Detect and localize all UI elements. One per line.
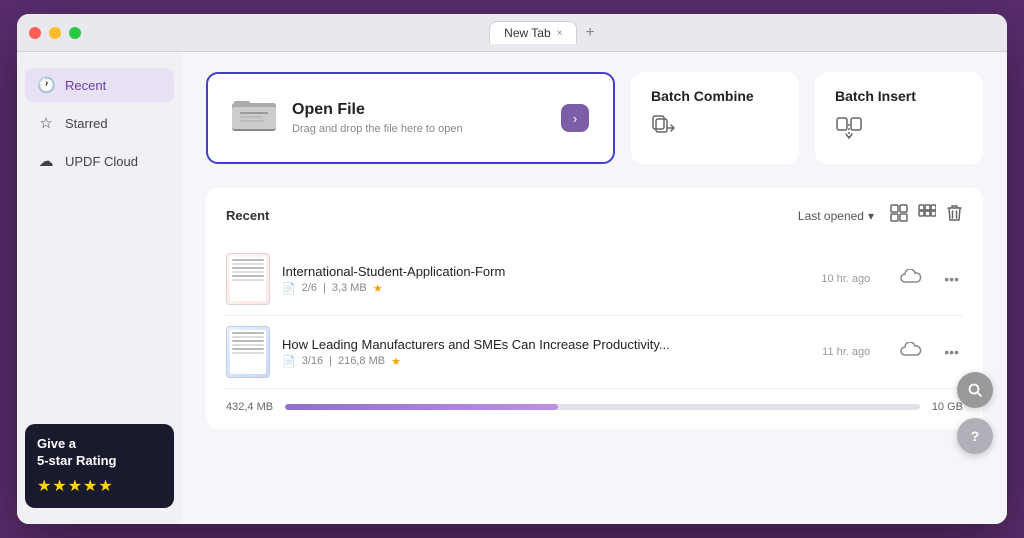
cloud-upload-icon[interactable] [894, 342, 928, 363]
grid-dense-button[interactable] [890, 204, 908, 227]
sidebar-item-cloud-label: UPDF Cloud [65, 154, 138, 169]
minimize-button[interactable] [49, 27, 61, 39]
file-time: 11 hr. ago [822, 346, 882, 358]
sort-label: Last opened [798, 209, 864, 223]
recent-section: Recent Last opened ▾ [206, 188, 983, 429]
open-file-arrow[interactable]: › [561, 104, 589, 132]
top-cards: Open File Drag and drop the file here to… [206, 72, 983, 164]
storage-used: 432,4 MB [226, 401, 273, 413]
sidebar-item-cloud[interactable]: ☁ UPDF Cloud [25, 144, 174, 178]
sidebar-item-starred[interactable]: ☆ Starred [25, 106, 174, 140]
trash-button[interactable] [946, 204, 963, 227]
view-controls [890, 204, 963, 227]
table-row[interactable]: How Leading Manufacturers and SMEs Can I… [226, 316, 963, 389]
grid-loose-button[interactable] [918, 204, 936, 227]
file-name: International-Student-Application-Form [282, 264, 809, 279]
storage-bar-area: 432,4 MB 10 GB [226, 389, 963, 413]
more-options-icon[interactable]: ••• [940, 344, 963, 360]
batch-combine-icon [651, 114, 779, 148]
batch-combine-card[interactable]: Batch Combine [631, 72, 799, 164]
clock-icon: 🕐 [37, 76, 55, 94]
open-file-text: Open File Drag and drop the file here to… [292, 101, 463, 135]
batch-insert-title: Batch Insert [835, 88, 963, 104]
file-thumbnail [226, 253, 270, 305]
sidebar-item-starred-label: Starred [65, 116, 108, 131]
recent-section-title: Recent [226, 208, 269, 223]
tab-new-tab[interactable]: New Tab × [489, 21, 577, 44]
sort-arrow-icon: ▾ [868, 209, 874, 223]
batch-insert-card[interactable]: Batch Insert [815, 72, 983, 164]
help-fab-button[interactable]: ? [957, 418, 993, 454]
page-icon: 📄 [282, 355, 296, 368]
page-icon: 📄 [282, 282, 296, 295]
batch-combine-title: Batch Combine [651, 88, 779, 104]
fab-area: ? [957, 372, 993, 454]
more-options-icon[interactable]: ••• [940, 271, 963, 287]
tab-title: New Tab [504, 26, 550, 40]
recent-header: Recent Last opened ▾ [226, 204, 963, 227]
open-file-card[interactable]: Open File Drag and drop the file here to… [206, 72, 615, 164]
storage-bar-track [285, 404, 920, 410]
file-meta: 📄 2/6 | 3,3 MB ★ [282, 282, 809, 295]
table-row[interactable]: International-Student-Application-Form 📄… [226, 243, 963, 316]
rating-stars: ★★★★★ [37, 476, 162, 496]
sort-control[interactable]: Last opened ▾ [798, 209, 874, 223]
maximize-button[interactable] [69, 27, 81, 39]
cloud-icon: ☁ [37, 152, 55, 170]
main-content: Open File Drag and drop the file here to… [182, 52, 1007, 524]
tab-bar: New Tab × + [89, 21, 995, 44]
star-icon: ☆ [37, 114, 55, 132]
rating-title: Give a 5-star Rating [37, 436, 162, 470]
file-thumbnail [226, 326, 270, 378]
star-icon: ★ [373, 282, 383, 295]
file-name: How Leading Manufacturers and SMEs Can I… [282, 337, 810, 352]
file-info: International-Student-Application-Form 📄… [282, 264, 809, 295]
cloud-upload-icon[interactable] [894, 269, 928, 290]
close-button[interactable] [29, 27, 41, 39]
tab-close-icon[interactable]: × [557, 28, 563, 39]
star-icon: ★ [391, 355, 401, 368]
storage-bar-fill [285, 404, 558, 410]
file-meta: 📄 3/16 | 216,8 MB ★ [282, 355, 810, 368]
folder-icon [232, 95, 276, 141]
help-icon: ? [971, 428, 980, 444]
open-file-subtitle: Drag and drop the file here to open [292, 123, 463, 135]
file-time: 10 hr. ago [821, 273, 882, 285]
open-file-title: Open File [292, 101, 463, 119]
sidebar-bottom: Give a 5-star Rating ★★★★★ [25, 424, 174, 508]
sidebar-item-recent[interactable]: 🕐 Recent [25, 68, 174, 102]
new-tab-button[interactable]: + [585, 24, 594, 42]
batch-insert-icon [835, 114, 963, 148]
sidebar-item-recent-label: Recent [65, 78, 106, 93]
titlebar: New Tab × + [17, 14, 1007, 52]
sidebar: 🕐 Recent ☆ Starred ☁ UPDF Cloud Give a 5… [17, 52, 182, 524]
rating-card[interactable]: Give a 5-star Rating ★★★★★ [25, 424, 174, 508]
search-fab-button[interactable] [957, 372, 993, 408]
file-info: How Leading Manufacturers and SMEs Can I… [282, 337, 810, 368]
